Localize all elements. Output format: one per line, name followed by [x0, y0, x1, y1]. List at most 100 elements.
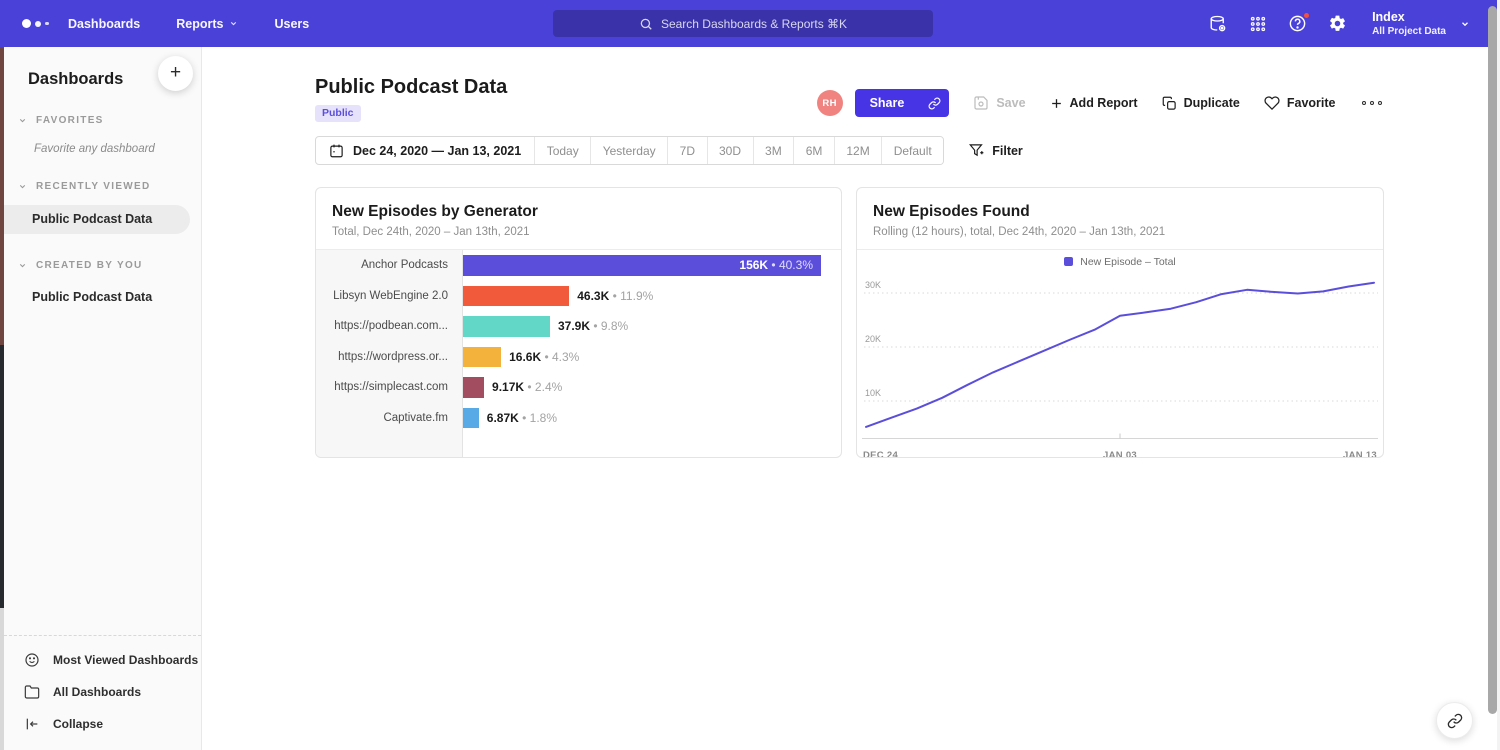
card-subtitle: Rolling (12 hours), total, Dec 24th, 202… [873, 226, 1367, 238]
bar-value: 16.6K • 4.3% [509, 350, 579, 364]
share-button[interactable]: Share [855, 89, 920, 117]
bar-row[interactable]: 16.6K • 4.3% [463, 342, 841, 373]
favorite-button[interactable]: Favorite [1264, 95, 1336, 111]
project-scope: All Project Data [1372, 26, 1446, 37]
line-chart-plot[interactable]: 30K 20K 10K [862, 273, 1378, 443]
series-new-episode-total [866, 283, 1374, 427]
card-subtitle: Total, Dec 24th, 2020 – Jan 13th, 2021 [332, 226, 825, 238]
x-tick: JAN 03 [1103, 450, 1137, 458]
card-title: New Episodes by Generator [332, 203, 825, 221]
bar-row-label: Libsyn WebEngine 2.0 [316, 281, 462, 312]
help-icon[interactable] [1288, 14, 1307, 33]
bar-row[interactable]: 6.87K • 1.8% [463, 403, 841, 434]
bar-row-label: Anchor Podcasts [316, 250, 462, 281]
filter-button[interactable]: Filter [969, 143, 1023, 158]
card-new-episodes-found: New Episodes Found Rolling (12 hours), t… [856, 187, 1384, 458]
bar[interactable] [463, 377, 484, 398]
duplicate-icon [1162, 96, 1177, 111]
preset-default[interactable]: Default [881, 137, 943, 164]
duplicate-button[interactable]: Duplicate [1162, 96, 1240, 111]
sidebar-item-public-podcast-data-selected[interactable]: Public Podcast Data [4, 205, 190, 234]
x-axis-labels: DEC 24 JAN 03 JAN 13 [863, 450, 1377, 458]
nav-item-users[interactable]: Users [274, 17, 309, 31]
settings-gear-icon[interactable] [1328, 14, 1347, 33]
preset-7d[interactable]: 7D [667, 137, 706, 164]
legend-swatch [1064, 257, 1073, 266]
sidebar-footer: Most Viewed Dashboards All Dashboards Co… [4, 635, 201, 750]
chevron-down-icon [1460, 19, 1470, 29]
bar-row[interactable]: 37.9K • 9.8% [463, 311, 841, 342]
avatar[interactable]: RH [817, 90, 843, 116]
bar[interactable] [463, 286, 569, 307]
section-created-by-you[interactable]: CREATED BY YOU [18, 260, 201, 271]
bar-value: 37.9K • 9.8% [558, 319, 628, 333]
project-selector[interactable]: Index All Project Data [1372, 10, 1470, 37]
legend-label: New Episode – Total [1080, 256, 1176, 268]
brand-logo-icon[interactable] [22, 19, 62, 28]
link-icon [928, 97, 941, 110]
collapse-sidebar-button[interactable]: Collapse [4, 708, 201, 740]
apps-grid-icon[interactable] [1248, 14, 1267, 33]
add-dashboard-button[interactable]: + [158, 56, 193, 91]
generator-labels-column: Anchor PodcastsLibsyn WebEngine 2.0https… [316, 250, 463, 458]
sidebar: Dashboards + FAVORITES Favorite any dash… [4, 47, 202, 750]
scrollbar-thumb[interactable] [1488, 6, 1497, 714]
generator-bar-chart: Anchor PodcastsLibsyn WebEngine 2.0https… [316, 250, 841, 458]
public-badge: Public [315, 105, 361, 122]
add-report-button[interactable]: Add Report [1050, 96, 1138, 110]
search-icon [639, 17, 653, 31]
preset-yesterday[interactable]: Yesterday [590, 137, 667, 164]
x-tick: JAN 13 [1343, 450, 1377, 458]
filter-icon [969, 143, 984, 158]
bar[interactable] [463, 316, 550, 337]
preset-3m[interactable]: 3M [753, 137, 794, 164]
collapse-icon [24, 716, 40, 732]
page-title: Public Podcast Data [315, 76, 507, 99]
share-link-button[interactable] [919, 89, 949, 117]
bar-row-label: https://wordpress.or... [316, 342, 462, 373]
heart-icon [1264, 95, 1280, 111]
bar-row-label: Captivate.fm [316, 403, 462, 434]
sidebar-item-public-podcast-data[interactable]: Public Podcast Data [32, 290, 201, 304]
project-name: Index [1372, 10, 1446, 26]
top-nav: Dashboards Reports Users Search Dashboar… [0, 0, 1500, 47]
most-viewed-dashboards-button[interactable]: Most Viewed Dashboards [4, 644, 201, 676]
preset-30d[interactable]: 30D [707, 137, 753, 164]
search-input[interactable]: Search Dashboards & Reports ⌘K [553, 10, 933, 37]
bar-row-label: https://simplecast.com [316, 372, 462, 403]
preset-12m[interactable]: 12M [834, 137, 881, 164]
all-dashboards-button[interactable]: All Dashboards [4, 676, 201, 708]
svg-text:10K: 10K [865, 388, 881, 398]
nav-item-reports[interactable]: Reports [176, 17, 238, 31]
save-icon [973, 95, 989, 111]
chevron-down-icon [18, 116, 27, 125]
bar-row-label: https://podbean.com... [316, 311, 462, 342]
bar-row[interactable]: 46.3K • 11.9% [463, 281, 841, 312]
svg-text:30K: 30K [865, 280, 881, 290]
bar[interactable] [463, 408, 479, 429]
date-range-picker[interactable]: Dec 24, 2020 — Jan 13, 2021 [316, 137, 534, 164]
favorites-empty-text: Favorite any dashboard [34, 143, 201, 155]
smiley-icon [24, 652, 40, 668]
section-recently-viewed[interactable]: RECENTLY VIEWED [18, 181, 201, 192]
save-button[interactable]: Save [973, 95, 1025, 111]
bar[interactable]: 156K • 40.3% [463, 255, 821, 276]
x-tick: DEC 24 [863, 450, 898, 458]
folder-icon [24, 684, 40, 700]
more-options-button[interactable] [1360, 97, 1385, 110]
section-favorites[interactable]: FAVORITES [18, 115, 201, 126]
preset-today[interactable]: Today [534, 137, 590, 164]
preset-6m[interactable]: 6M [793, 137, 834, 164]
bar-value: 156K • 40.3% [739, 255, 813, 276]
bar[interactable] [463, 347, 501, 368]
copy-link-fab[interactable] [1436, 702, 1473, 739]
card-new-episodes-by-generator: New Episodes by Generator Total, Dec 24t… [315, 187, 842, 458]
bar-row[interactable]: 9.17K • 2.4% [463, 372, 841, 403]
notification-dot [1303, 12, 1310, 19]
labels-column-filler [316, 433, 462, 458]
bar-row[interactable]: 156K • 40.3% [463, 250, 841, 281]
data-sources-icon[interactable] [1208, 14, 1227, 33]
nav-item-dashboards[interactable]: Dashboards [68, 17, 140, 31]
chevron-down-icon [229, 19, 238, 28]
chart-legend: New Episode – Total [857, 250, 1383, 273]
